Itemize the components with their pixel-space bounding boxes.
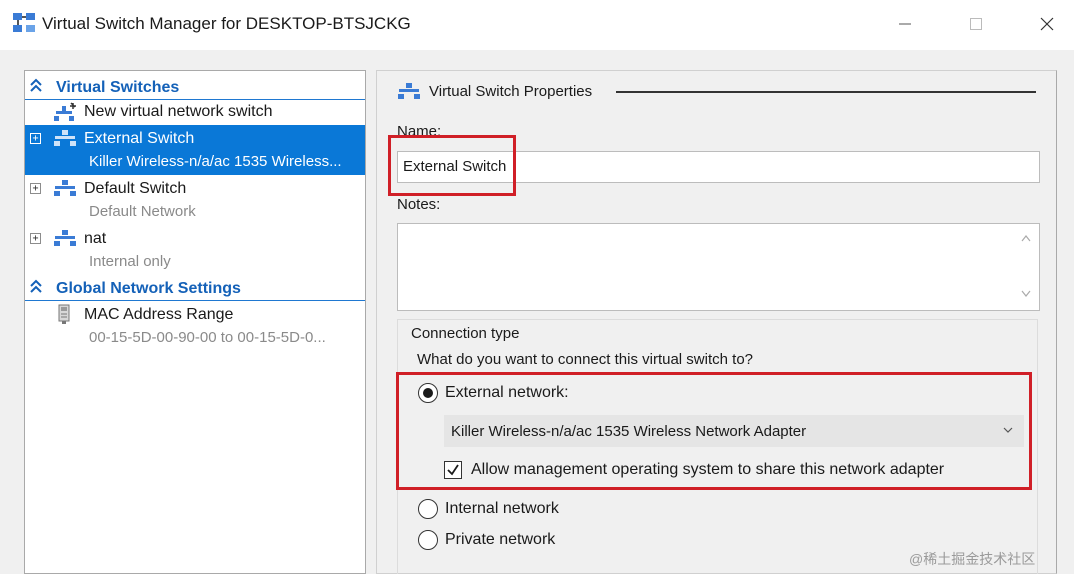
tree-item-default-switch[interactable]: + Default Switch Default Network bbox=[25, 175, 365, 225]
tree-item-mac-address-range[interactable]: MAC Address Range 00-15-5D-00-90-00 to 0… bbox=[25, 302, 365, 352]
watermark: @稀土掘金技术社区 bbox=[909, 551, 1036, 567]
tree-item-label: MAC Address Range bbox=[84, 306, 234, 323]
tree-item-external-switch[interactable]: + External Switch Killer Wireless-n/a/ac… bbox=[25, 125, 365, 175]
maximize-button[interactable] bbox=[961, 10, 991, 38]
network-switch-icon bbox=[54, 130, 76, 146]
title-bar: Virtual Switch Manager for DESKTOP-BTSJC… bbox=[0, 0, 1074, 50]
maximize-icon bbox=[970, 18, 982, 30]
network-switch-icon bbox=[398, 83, 420, 99]
tree-item-sublabel: 00-15-5D-00-90-00 to 00-15-5D-0... bbox=[89, 329, 326, 346]
expand-toggle[interactable]: + bbox=[30, 233, 41, 244]
tree-item-label: Default Switch bbox=[84, 180, 187, 197]
tree-item-sublabel: Killer Wireless-n/a/ac 1535 Wireless... bbox=[89, 153, 342, 170]
scroll-down-icon[interactable] bbox=[1021, 290, 1031, 298]
connection-question: What do you want to connect this virtual… bbox=[417, 351, 753, 368]
close-button[interactable] bbox=[1032, 10, 1062, 38]
section-header-label: Virtual Switches bbox=[56, 79, 180, 96]
network-card-icon bbox=[58, 304, 70, 324]
collapse-chevron-icon bbox=[30, 78, 42, 92]
properties-title: Virtual Switch Properties bbox=[429, 83, 593, 100]
private-network-label: Private network bbox=[445, 531, 556, 548]
new-switch-icon bbox=[54, 102, 76, 121]
close-icon bbox=[1040, 17, 1054, 31]
highlight-name-box bbox=[388, 135, 516, 196]
tree-item-new-switch[interactable]: New virtual network switch bbox=[25, 100, 365, 125]
groupbox-divider bbox=[616, 91, 1036, 93]
private-network-radio[interactable] bbox=[418, 530, 438, 550]
tree-item-label: External Switch bbox=[84, 130, 195, 147]
virtual-switch-manager-icon bbox=[13, 13, 35, 32]
network-switch-icon bbox=[54, 180, 76, 196]
internal-network-radio[interactable] bbox=[418, 499, 438, 519]
tree-item-nat[interactable]: + nat Internal only bbox=[25, 225, 365, 275]
section-header-label: Global Network Settings bbox=[56, 280, 241, 297]
collapse-chevron-icon bbox=[30, 279, 42, 293]
tree-item-label: nat bbox=[84, 230, 107, 247]
internal-network-label: Internal network bbox=[445, 500, 559, 517]
tree-item-label: New virtual network switch bbox=[84, 103, 273, 120]
tree-item-sublabel: Default Network bbox=[89, 203, 196, 220]
notes-label: Notes: bbox=[397, 196, 441, 213]
connection-type-label: Connection type bbox=[411, 325, 520, 342]
scroll-up-icon[interactable] bbox=[1021, 234, 1031, 242]
virtual-switches-header[interactable]: Virtual Switches bbox=[25, 74, 365, 100]
switch-tree-pane: Virtual Switches New virtual network swi… bbox=[24, 70, 366, 574]
tree-item-sublabel: Internal only bbox=[89, 253, 171, 270]
minimize-icon bbox=[899, 23, 911, 25]
expand-toggle[interactable]: + bbox=[30, 133, 41, 144]
expand-toggle[interactable]: + bbox=[30, 183, 41, 194]
notes-field[interactable] bbox=[397, 223, 1040, 311]
minimize-button[interactable] bbox=[890, 10, 920, 38]
global-network-settings-header[interactable]: Global Network Settings bbox=[25, 275, 365, 301]
network-switch-icon bbox=[54, 230, 76, 246]
window-title: Virtual Switch Manager for DESKTOP-BTSJC… bbox=[42, 14, 411, 33]
highlight-external-network-box bbox=[396, 372, 1032, 490]
